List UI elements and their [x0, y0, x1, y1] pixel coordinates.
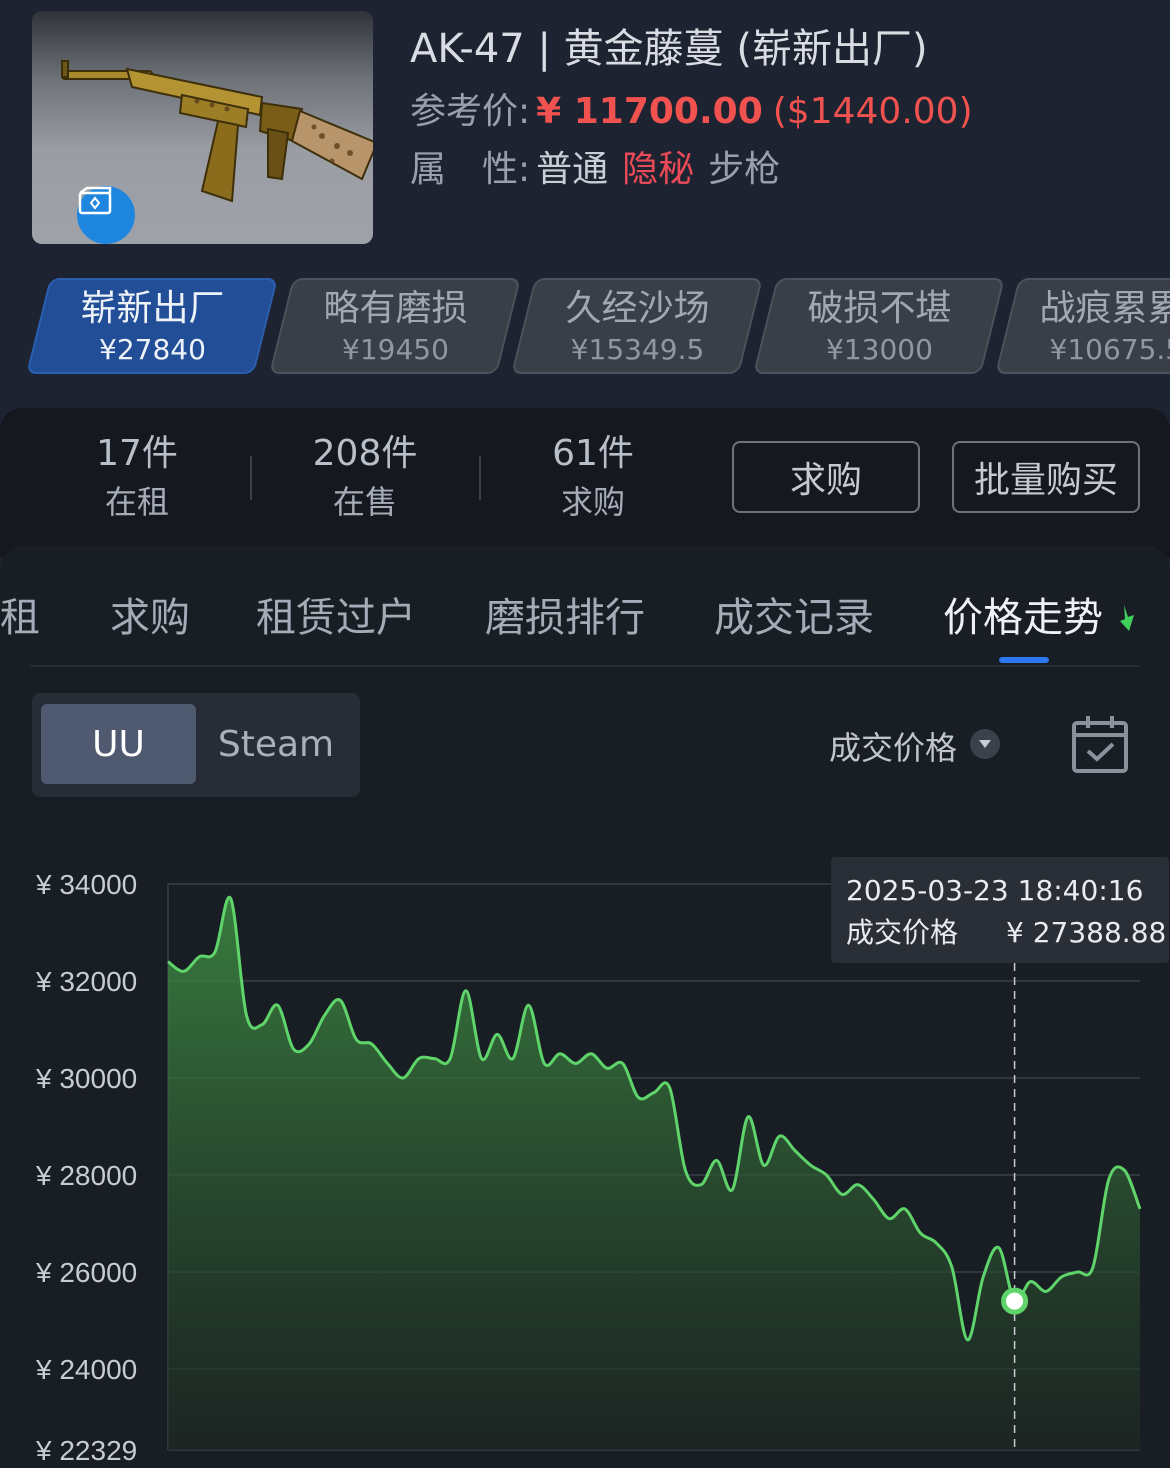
data-point[interactable] — [211, 948, 219, 956]
data-point[interactable] — [556, 1050, 564, 1058]
data-point[interactable] — [666, 1084, 674, 1092]
highlight-point[interactable] — [1001, 1287, 1029, 1315]
data-point[interactable] — [885, 1215, 893, 1223]
data-point[interactable] — [431, 1055, 439, 1063]
item-thumbnail[interactable] — [32, 11, 373, 244]
data-point[interactable] — [227, 895, 235, 903]
item-title: AK-47 | 黄金藤蔓 (崭新出厂) — [410, 26, 928, 72]
attribute-type: 步枪 — [708, 149, 781, 190]
y-tick-label: ¥ 30000 — [35, 1063, 137, 1094]
data-point[interactable] — [540, 1059, 548, 1067]
data-point[interactable] — [1042, 1287, 1050, 1295]
data-point[interactable] — [681, 1166, 689, 1174]
data-point[interactable] — [791, 1147, 799, 1155]
data-point[interactable] — [321, 1011, 329, 1019]
data-point[interactable] — [650, 1089, 658, 1097]
data-point[interactable] — [869, 1195, 877, 1203]
data-point[interactable] — [1089, 1263, 1097, 1271]
data-point[interactable] — [1136, 1205, 1144, 1213]
data-point[interactable] — [305, 1040, 313, 1048]
y-tick-label: ¥ 32000 — [35, 966, 137, 997]
data-point[interactable] — [195, 953, 203, 961]
data-point[interactable] — [822, 1171, 830, 1179]
data-point[interactable] — [1105, 1176, 1113, 1184]
price-area — [168, 897, 1140, 1450]
data-point[interactable] — [854, 1181, 862, 1189]
data-point[interactable] — [415, 1055, 423, 1063]
attribute-rarity: 隐秘 — [622, 149, 695, 190]
tooltip-label: 成交价格 — [846, 916, 959, 949]
data-point[interactable] — [838, 1190, 846, 1198]
data-point[interactable] — [274, 1001, 282, 1009]
data-point[interactable] — [336, 996, 344, 1004]
data-point[interactable] — [760, 1161, 768, 1169]
data-point[interactable] — [979, 1273, 987, 1281]
data-point[interactable] — [258, 1021, 266, 1029]
data-point[interactable] — [634, 1093, 642, 1101]
data-point[interactable] — [180, 967, 188, 975]
data-point[interactable] — [917, 1229, 925, 1237]
reference-price-usd: ($1440.00) — [772, 91, 973, 132]
data-point[interactable] — [399, 1074, 407, 1082]
y-tick-label: ¥ 26000 — [35, 1257, 137, 1288]
case-icon[interactable] — [77, 186, 135, 244]
data-point[interactable] — [164, 958, 172, 966]
data-point[interactable] — [995, 1244, 1003, 1252]
data-point[interactable] — [493, 1030, 501, 1038]
data-point[interactable] — [478, 1055, 486, 1063]
data-point[interactable] — [242, 1011, 250, 1019]
data-point[interactable] — [1120, 1166, 1128, 1174]
reference-price-cny: ¥ 11700.00 — [536, 91, 763, 132]
attribute-normal: 普通 — [536, 149, 609, 190]
data-point[interactable] — [383, 1059, 391, 1067]
data-point[interactable] — [509, 1055, 517, 1063]
data-point[interactable] — [713, 1156, 721, 1164]
data-point[interactable] — [462, 987, 470, 995]
data-point[interactable] — [368, 1040, 376, 1048]
attribute-row: 属 性: 普通 隐秘 步枪 — [410, 140, 780, 192]
y-tick-label: ¥ 22329 — [35, 1435, 137, 1466]
data-point[interactable] — [901, 1205, 909, 1213]
data-point[interactable] — [525, 1001, 533, 1009]
reference-price-row: 参考价: ¥ 11700.00 ($1440.00) — [410, 82, 973, 134]
data-point[interactable] — [587, 1050, 595, 1058]
tooltip-row: 成交价格 ¥ 27388.88 — [846, 911, 1169, 955]
data-point[interactable] — [744, 1113, 752, 1121]
y-tick-label: ¥ 34000 — [35, 869, 137, 900]
data-point[interactable] — [728, 1186, 736, 1194]
data-point[interactable] — [352, 1035, 360, 1043]
tooltip-value: ¥ 27388.88 — [1006, 916, 1167, 949]
data-point[interactable] — [964, 1336, 972, 1344]
data-point[interactable] — [1026, 1278, 1034, 1286]
data-point[interactable] — [932, 1239, 940, 1247]
reference-price-label: 参考价: — [410, 91, 531, 132]
tooltip-datetime: 2025-03-23 18:40:16 — [846, 874, 1144, 907]
data-point[interactable] — [807, 1161, 815, 1169]
data-point[interactable] — [1058, 1273, 1066, 1281]
y-tick-label: ¥ 24000 — [35, 1354, 137, 1385]
data-point[interactable] — [446, 1055, 454, 1063]
data-point[interactable] — [775, 1132, 783, 1140]
data-point[interactable] — [603, 1064, 611, 1072]
attribute-label: 属 性: — [410, 149, 531, 190]
data-point[interactable] — [289, 1045, 297, 1053]
chart-tooltip: 2025-03-23 18:40:16 成交价格 ¥ 27388.88 — [831, 857, 1169, 963]
data-point[interactable] — [948, 1263, 956, 1271]
data-point[interactable] — [572, 1059, 580, 1067]
y-tick-label: ¥ 28000 — [35, 1160, 137, 1191]
data-point[interactable] — [1073, 1268, 1081, 1276]
data-point[interactable] — [697, 1181, 705, 1189]
data-point[interactable] — [619, 1059, 627, 1067]
